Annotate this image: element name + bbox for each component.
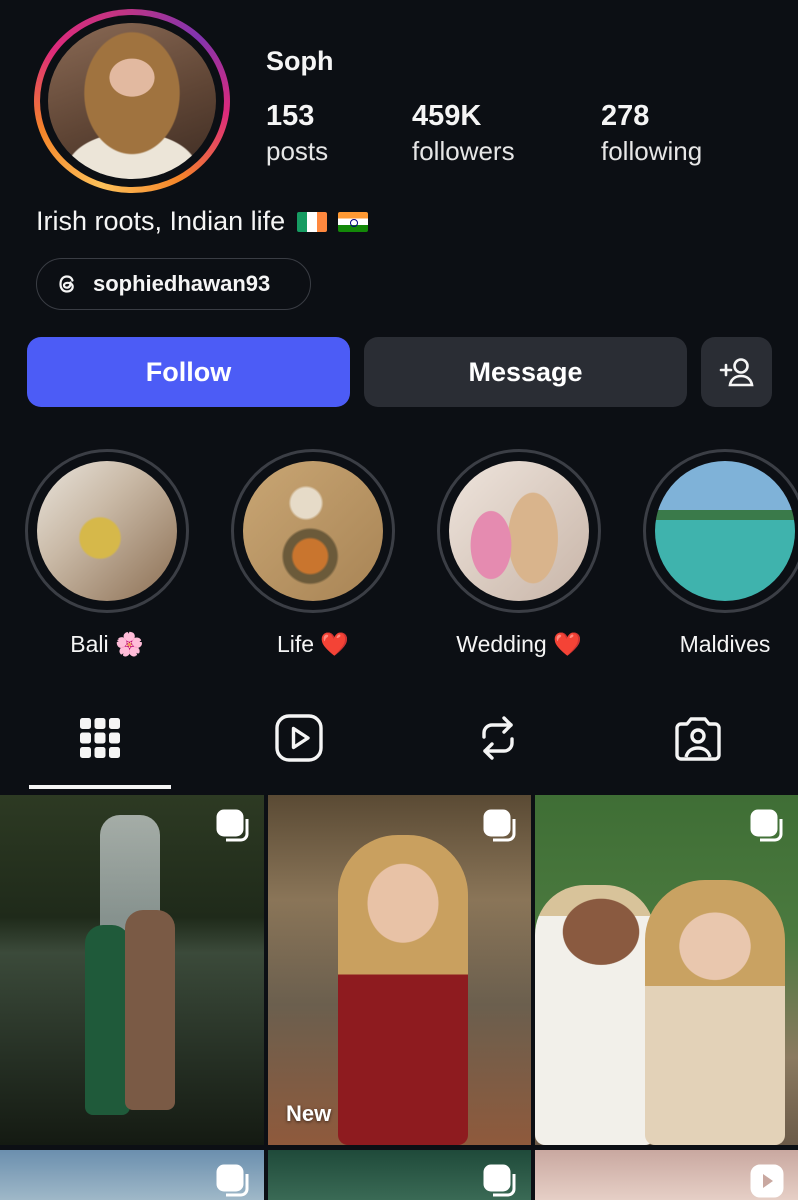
highlight-cover: [37, 461, 177, 601]
highlight-maldives[interactable]: Maldives: [642, 449, 798, 658]
post-tile[interactable]: [0, 1150, 264, 1200]
post-tile[interactable]: [535, 1150, 798, 1200]
reels-icon: [275, 714, 323, 762]
stat-posts[interactable]: 153 posts: [266, 100, 328, 167]
highlight-cover: [243, 461, 383, 601]
figure-shape: [535, 885, 655, 1145]
follow-button[interactable]: Follow: [27, 337, 350, 407]
bio-text: Irish roots, Indian life: [36, 206, 286, 236]
tagged-icon: [675, 717, 721, 761]
carousel-icon: [483, 809, 516, 842]
figure-shape: [85, 925, 130, 1115]
reel-icon: [750, 1164, 784, 1198]
post-tile[interactable]: [0, 795, 264, 1145]
stat-following[interactable]: 278 following: [601, 100, 702, 167]
avatar: [48, 23, 216, 179]
threads-link[interactable]: sophiedhawan93: [36, 258, 311, 310]
highlight-bali[interactable]: Bali 🌸: [24, 449, 190, 658]
active-tab-indicator: [29, 785, 171, 789]
tab-reels[interactable]: [204, 700, 394, 776]
threads-icon: [59, 275, 74, 293]
tab-reposts[interactable]: [403, 700, 593, 776]
india-flag-icon: [338, 212, 369, 232]
post-tile[interactable]: [535, 795, 798, 1145]
figure-shape: [645, 880, 785, 1145]
carousel-icon: [483, 1164, 516, 1197]
profile-avatar-ring[interactable]: [34, 9, 230, 193]
highlight-cover: [655, 461, 795, 601]
highlight-label: Maldives: [679, 631, 771, 657]
ireland-flag-icon: [296, 212, 327, 232]
highlight-wedding[interactable]: Wedding ❤️: [436, 449, 602, 658]
tab-posts-grid[interactable]: [5, 700, 195, 776]
reposts-icon: [482, 716, 514, 760]
add-user-icon: [719, 358, 754, 387]
highlight-label: Bali 🌸: [70, 631, 144, 657]
profile-username: Soph: [266, 46, 334, 76]
carousel-icon: [750, 809, 783, 842]
figure-shape: [338, 835, 468, 1145]
figure-shape: [125, 910, 175, 1110]
post-tile[interactable]: [268, 1150, 531, 1200]
suggest-people-button[interactable]: [701, 337, 772, 407]
grid-icon: [80, 718, 120, 758]
highlight-life[interactable]: Life ❤️: [230, 449, 396, 658]
new-post-label: New: [286, 1101, 332, 1126]
threads-handle: sophiedhawan93: [93, 271, 271, 296]
highlight-label: Wedding ❤️: [456, 631, 582, 657]
carousel-icon: [216, 809, 249, 842]
stat-followers[interactable]: 459K followers: [412, 100, 515, 167]
highlight-cover: [449, 461, 589, 601]
highlight-label: Life ❤️: [276, 631, 350, 657]
carousel-icon: [216, 1164, 249, 1197]
post-tile[interactable]: New: [268, 795, 531, 1145]
profile-bio: Irish roots, Indian life: [36, 206, 369, 237]
tab-tagged[interactable]: [603, 700, 793, 776]
message-button[interactable]: Message: [364, 337, 687, 407]
